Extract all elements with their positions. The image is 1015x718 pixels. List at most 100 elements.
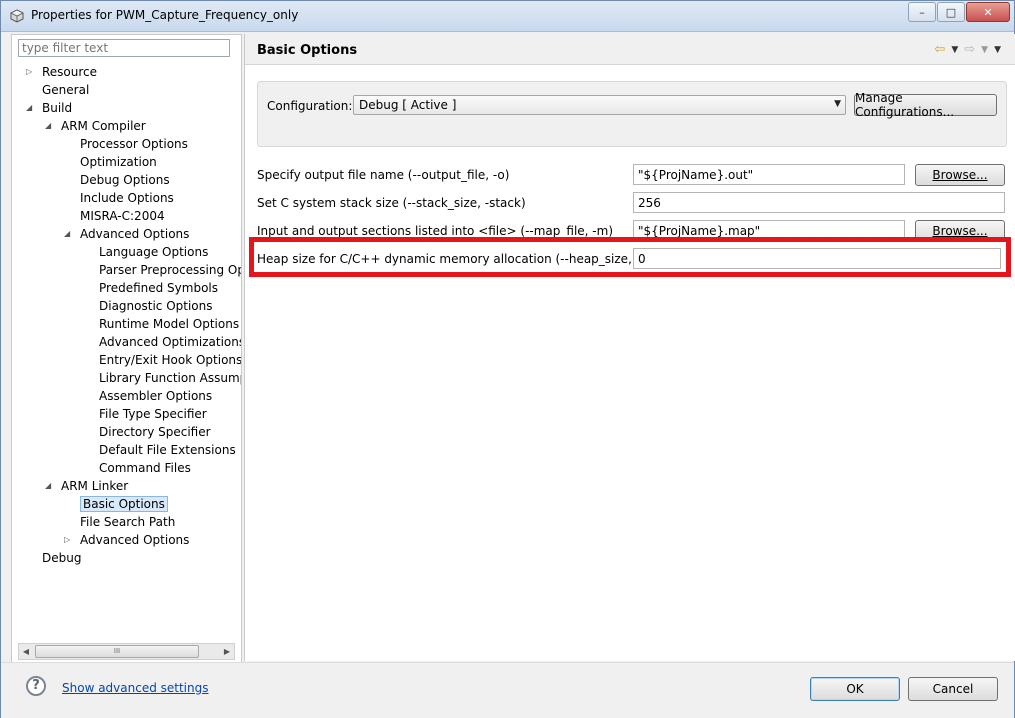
cancel-button[interactable]: Cancel xyxy=(908,677,998,701)
map-file-row: Input and output sections listed into <f… xyxy=(245,219,1015,243)
tree-item[interactable]: Debug xyxy=(42,549,81,567)
chevron-down-icon: ▼ xyxy=(834,99,841,109)
expanded-arrow-icon[interactable]: ◢ xyxy=(64,225,74,243)
manage-configurations-button[interactable]: Manage Configurations... xyxy=(854,91,997,119)
tree-item[interactable]: Advanced Optimizations xyxy=(99,333,241,351)
tree-item-label: Entry/Exit Hook Options xyxy=(99,353,241,367)
tree-item-label: General xyxy=(42,83,90,97)
tree-item[interactable]: Processor Options xyxy=(80,135,188,153)
close-icon: ✕ xyxy=(983,5,993,19)
tree-item-label: Advanced Options xyxy=(80,533,190,547)
tree-item[interactable]: Command Files xyxy=(99,459,191,477)
output-file-browse-button[interactable]: Browse... xyxy=(915,164,1005,186)
configuration-label: Configuration: xyxy=(267,99,353,113)
tree-item[interactable]: Directory Specifier xyxy=(99,423,211,441)
properties-dialog: Properties for PWM_Capture_Frequency_onl… xyxy=(0,0,1015,718)
tree-item[interactable]: Assembler Options xyxy=(99,387,212,405)
tree-item[interactable]: ▷ Advanced Options xyxy=(64,531,190,549)
heap-size-row: Heap size for C/C++ dynamic memory alloc… xyxy=(245,247,1015,271)
tree-item[interactable]: ◢ Advanced Options xyxy=(64,225,190,243)
tree-item-label: Advanced Optimizations xyxy=(99,335,241,349)
tree-item-label: Language Options xyxy=(99,245,209,259)
tree-item[interactable]: Debug Options xyxy=(80,171,170,189)
tree-item-label: ARM Compiler xyxy=(61,119,146,133)
forward-dropdown-icon[interactable]: ▼ xyxy=(981,45,988,55)
tree-item[interactable]: Diagnostic Options xyxy=(99,297,213,315)
forward-arrow-icon[interactable]: ⇨ xyxy=(964,42,975,57)
ok-button[interactable]: OK xyxy=(810,677,900,701)
page-header: Basic Options ⇦ ▼ ⇨ ▼ ▼ xyxy=(245,34,1015,65)
collapsed-arrow-icon[interactable]: ▷ xyxy=(64,531,74,549)
window-controls: – □ ✕ xyxy=(907,2,1010,22)
tree-item-label: Command Files xyxy=(99,461,191,475)
tree-item[interactable]: Optimization xyxy=(80,153,157,171)
property-tree: ▷ Resource General ◢ Build ◢ ARM Compiler Proce… xyxy=(12,63,241,638)
tree-item-label: Processor Options xyxy=(80,137,188,151)
tree-item-label: Parser Preprocessing Opti xyxy=(99,263,241,277)
maximize-icon: □ xyxy=(945,5,957,19)
tree-item-label: Build xyxy=(42,101,73,115)
tree-item[interactable]: ◢ ARM Linker xyxy=(45,477,128,495)
tree-item-label: Advanced Options xyxy=(80,227,190,241)
back-arrow-icon[interactable]: ⇦ xyxy=(934,42,945,57)
tree-item-label: Directory Specifier xyxy=(99,425,211,439)
tree-item-label: Resource xyxy=(42,65,98,79)
tree-item-label: File Type Specifier xyxy=(99,407,207,421)
output-file-label: Specify output file name (--output_file,… xyxy=(257,168,510,182)
window-title: Properties for PWM_Capture_Frequency_onl… xyxy=(31,8,299,22)
configuration-select[interactable]: Debug [ Active ] ▼ xyxy=(353,95,846,115)
scroll-left-icon[interactable]: ◀ xyxy=(19,644,33,659)
scrollbar-thumb[interactable]: III xyxy=(35,645,199,658)
collapsed-arrow-icon[interactable]: ▷ xyxy=(26,63,36,81)
minimize-icon: – xyxy=(919,5,925,19)
map-file-browse-button[interactable]: Browse... xyxy=(915,220,1005,242)
tree-item-label: Optimization xyxy=(80,155,157,169)
stack-size-input[interactable] xyxy=(633,192,1005,213)
heap-size-input[interactable] xyxy=(633,248,1001,269)
tree-item-label: Debug xyxy=(42,551,82,565)
output-file-input[interactable] xyxy=(633,164,905,185)
scroll-right-icon[interactable]: ▶ xyxy=(220,644,234,659)
close-button[interactable]: ✕ xyxy=(966,2,1010,22)
tree-item-label: Default File Extensions xyxy=(99,443,236,457)
configuration-value: Debug [ Active ] xyxy=(359,98,457,112)
tree-item[interactable]: Library Function Assumpt xyxy=(99,369,241,387)
tree-item[interactable]: Language Options xyxy=(99,243,208,261)
tree-item[interactable]: Default File Extensions xyxy=(99,441,236,459)
tree-item[interactable]: File Search Path xyxy=(80,513,175,531)
tree-item[interactable]: Include Options xyxy=(80,189,174,207)
heap-size-label: Heap size for C/C++ dynamic memory alloc… xyxy=(257,252,675,266)
title-bar[interactable]: Properties for PWM_Capture_Frequency_onl… xyxy=(1,1,1014,32)
tree-item[interactable]: ◢ Build xyxy=(26,99,73,117)
maximize-button[interactable]: □ xyxy=(937,2,965,22)
expanded-arrow-icon[interactable]: ◢ xyxy=(45,117,55,135)
tree-item[interactable]: Basic Options xyxy=(80,495,168,513)
view-menu-icon[interactable]: ▼ xyxy=(994,45,1001,55)
tree-item-label: Assembler Options xyxy=(99,389,213,403)
tree-item[interactable]: ▷ Resource xyxy=(26,63,98,81)
tree-item[interactable]: ◢ ARM Compiler xyxy=(45,117,146,135)
tree-item[interactable]: General xyxy=(42,81,89,99)
minimize-button[interactable]: – xyxy=(908,2,936,22)
help-icon[interactable]: ? xyxy=(26,676,46,696)
tree-item-label: Runtime Model Options xyxy=(99,317,240,331)
horizontal-scrollbar[interactable]: ◀ III ▶ xyxy=(18,643,235,660)
tree-item-label: Diagnostic Options xyxy=(99,299,213,313)
app-icon xyxy=(10,9,24,23)
back-dropdown-icon[interactable]: ▼ xyxy=(951,45,958,55)
tree-item-label: Include Options xyxy=(80,191,174,205)
stack-size-row: Set C system stack size (--stack_size, -… xyxy=(245,191,1015,215)
map-file-input[interactable] xyxy=(633,220,905,241)
tree-item[interactable]: Entry/Exit Hook Options xyxy=(99,351,241,369)
tree-item[interactable]: MISRA-C:2004 xyxy=(80,207,165,225)
expanded-arrow-icon[interactable]: ◢ xyxy=(45,477,55,495)
tree-item[interactable]: File Type Specifier xyxy=(99,405,207,423)
page-title: Basic Options xyxy=(257,43,358,58)
tree-item[interactable]: Parser Preprocessing Opti xyxy=(99,261,241,279)
filter-input[interactable] xyxy=(18,39,230,57)
show-advanced-settings-link[interactable]: Show advanced settings xyxy=(62,681,209,695)
tree-item[interactable]: Runtime Model Options xyxy=(99,315,239,333)
scrollbar-grip: III xyxy=(113,647,121,655)
expanded-arrow-icon[interactable]: ◢ xyxy=(26,99,36,117)
tree-item[interactable]: Predefined Symbols xyxy=(99,279,218,297)
